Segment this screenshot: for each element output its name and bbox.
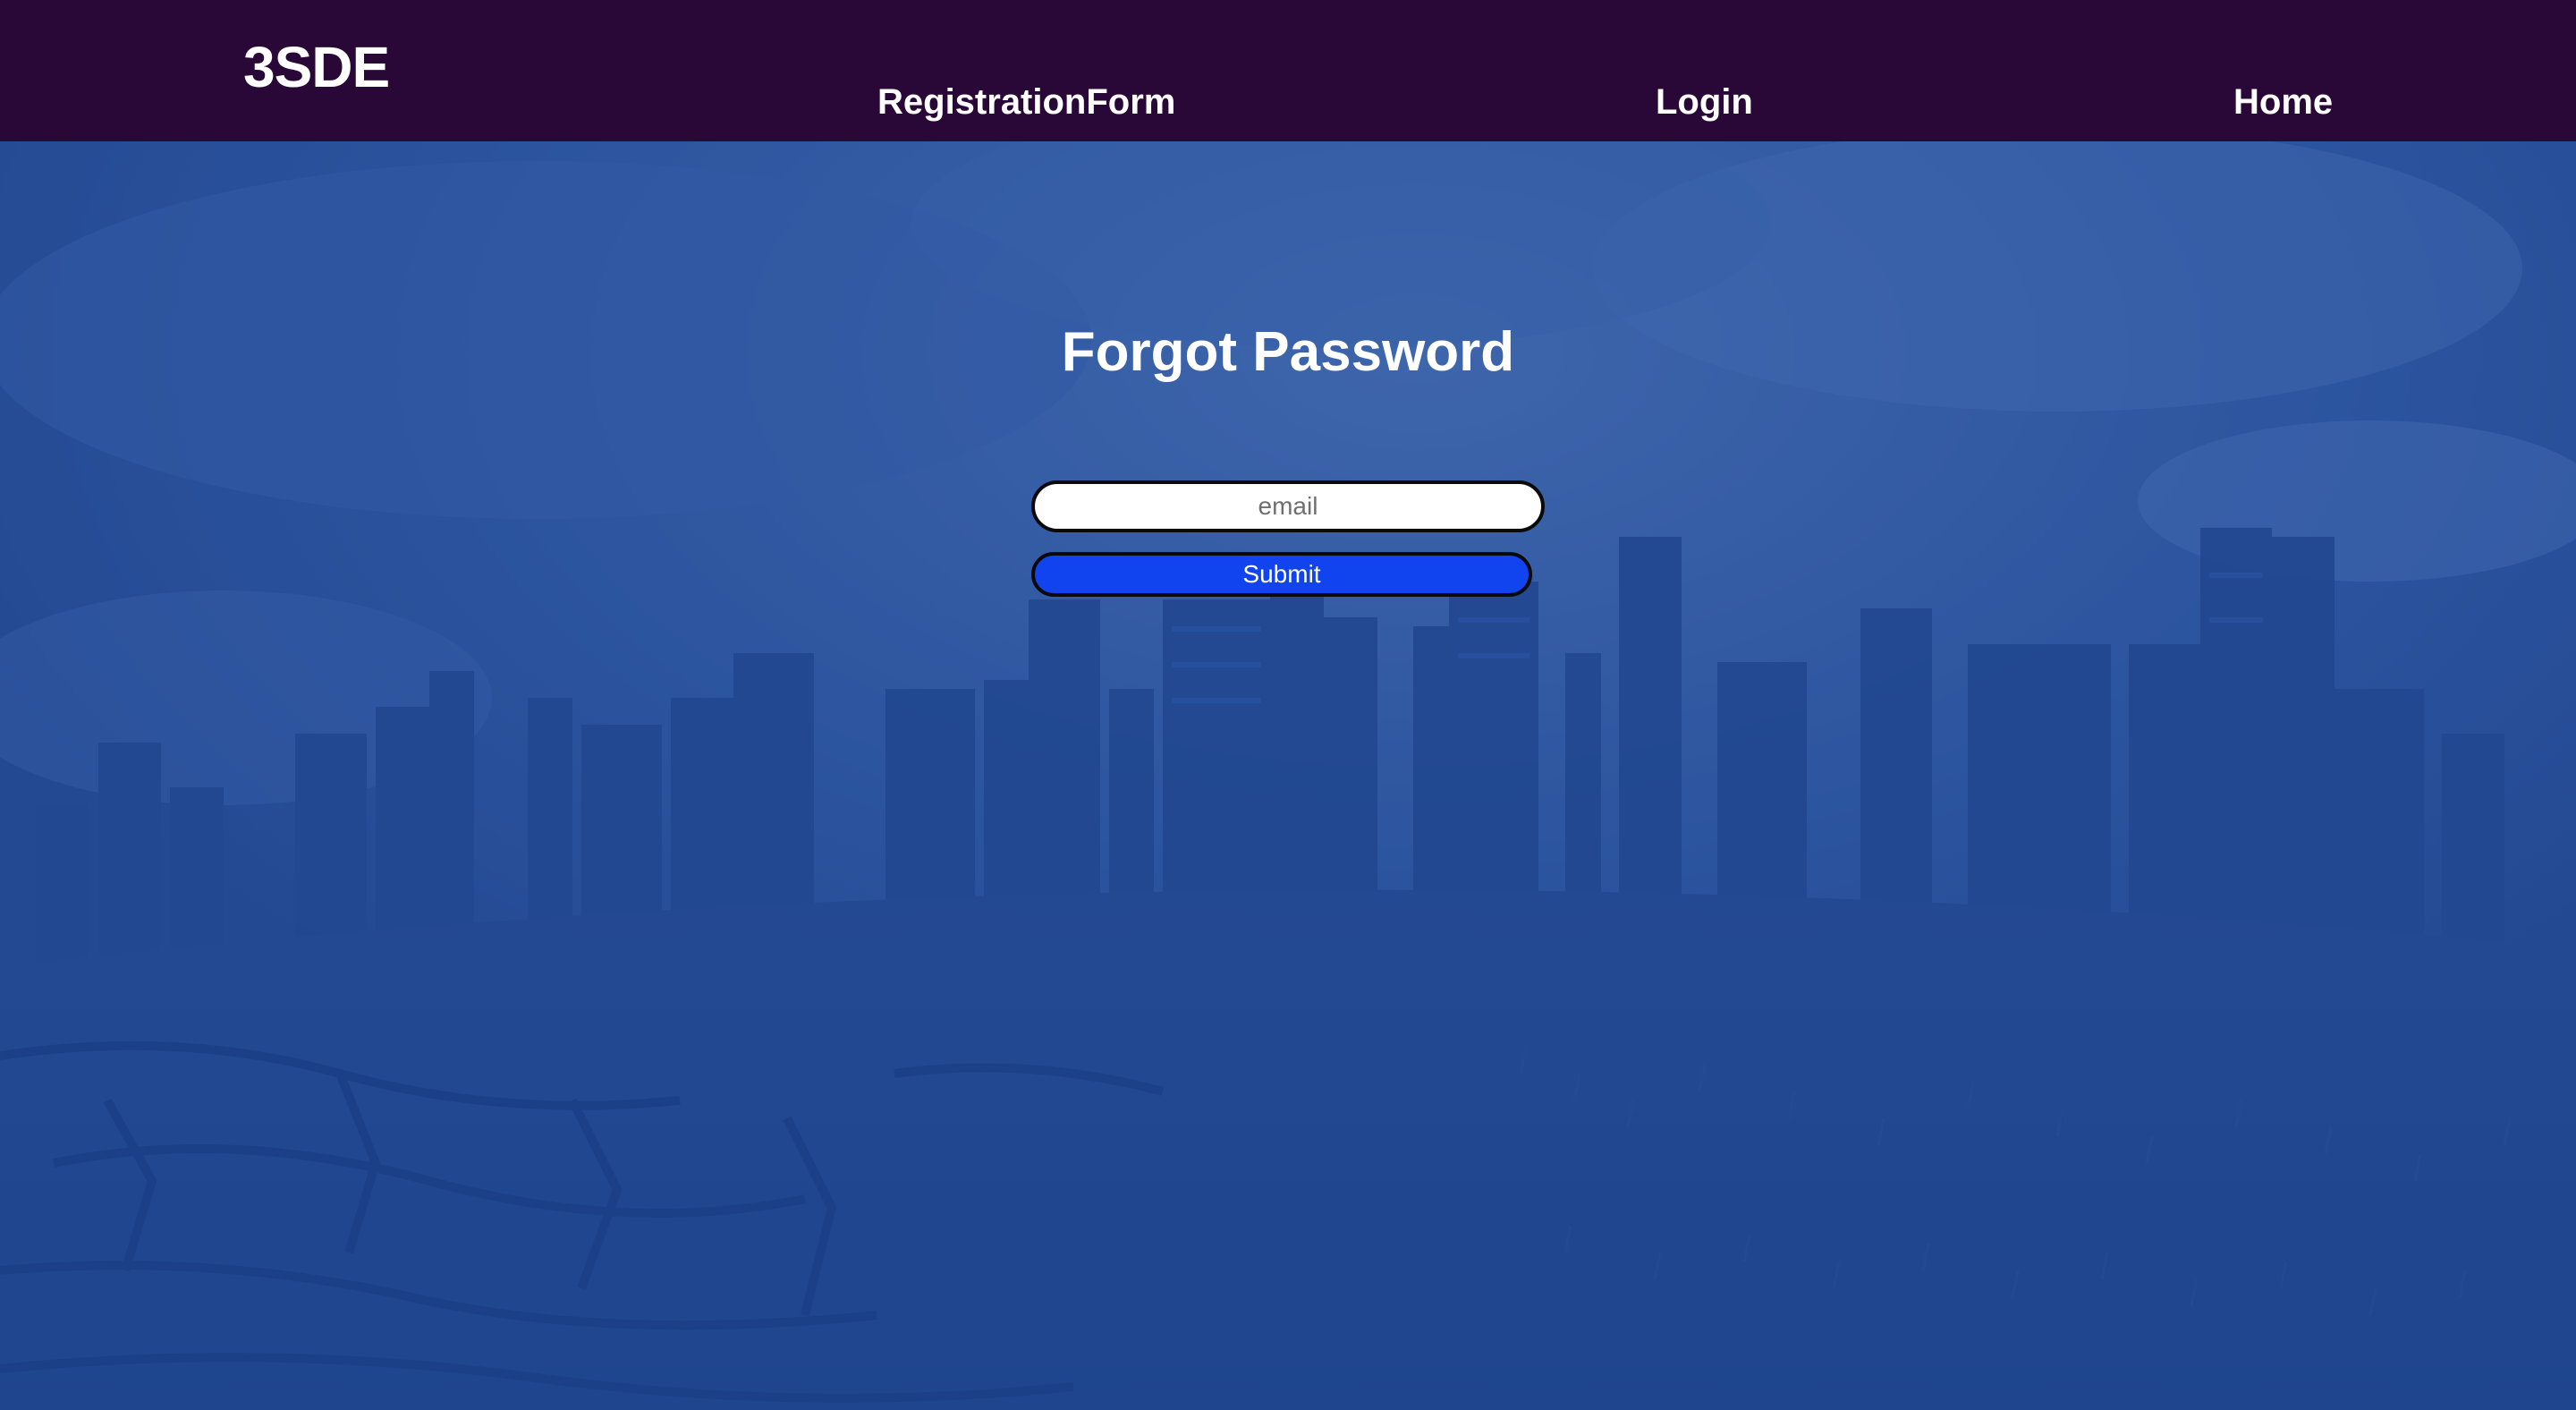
brand-logo[interactable]: 3SDE (243, 34, 390, 100)
email-input[interactable] (1031, 480, 1545, 532)
nav-link-registration-form[interactable]: RegistrationForm (877, 82, 1175, 123)
city-skyline-background-image (0, 0, 2576, 1410)
top-navbar: 3SDE RegistrationForm Login Home (0, 0, 2576, 141)
forgot-password-page: 3SDE RegistrationForm Login Home Forgot … (0, 0, 2576, 1410)
nav-link-login[interactable]: Login (1656, 82, 1753, 123)
submit-button[interactable]: Submit (1031, 552, 1532, 597)
nav-link-home[interactable]: Home (2233, 82, 2333, 123)
page-title: Forgot Password (1061, 321, 1515, 383)
